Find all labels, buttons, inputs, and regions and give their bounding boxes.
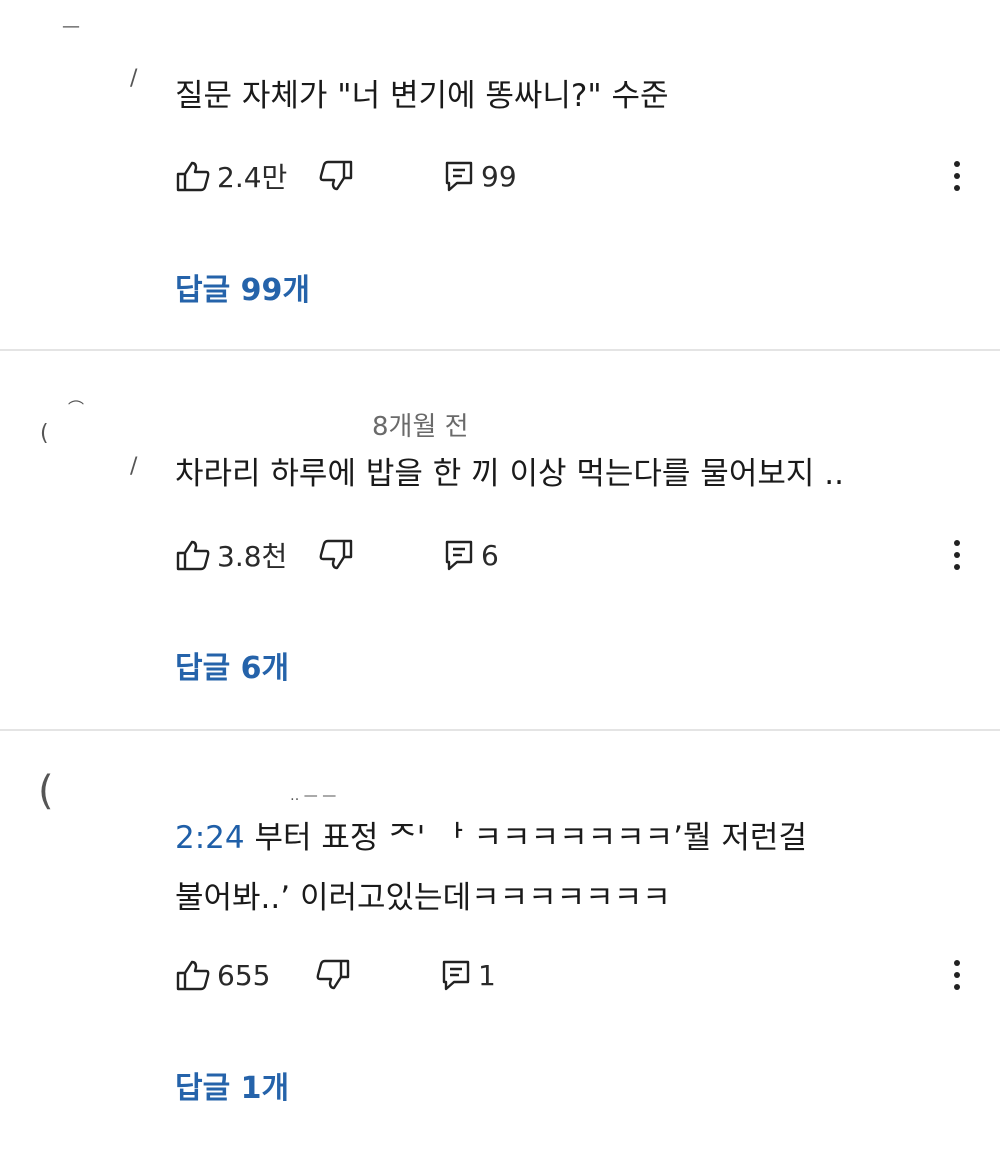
reply-button[interactable]: 6 bbox=[443, 533, 499, 577]
comment-date: 8개월 전 bbox=[372, 412, 469, 442]
comment-icon bbox=[445, 540, 473, 571]
view-replies-link[interactable]: 답글 1개 bbox=[175, 1063, 289, 1107]
reply-count: 1 bbox=[478, 958, 496, 992]
comment-3: ( ‥ — — 2:24 부터 표정 ᄌ' ᅡ ㅋㅋㅋㅋㅋㅋㅋ’뭘 저런걸 불어… bbox=[0, 731, 1000, 1150]
reply-button[interactable]: 1 bbox=[440, 953, 496, 997]
view-replies-link[interactable]: 답글 6개 bbox=[175, 643, 289, 687]
reply-count: 6 bbox=[481, 538, 499, 572]
comment-actions: 3.8천 6 bbox=[175, 533, 975, 577]
reply-count: 99 bbox=[481, 159, 517, 193]
thumbs-up-icon bbox=[176, 960, 210, 991]
comment-text: 질문 자체가 "너 변기에 똥싸니?" 수준 bbox=[175, 78, 669, 114]
comment-text-line: 불어봐..’ 이러고있는데ㅋㅋㅋㅋㅋㅋㅋ bbox=[175, 880, 671, 916]
avatar-fragment: ⌒ bbox=[68, 399, 85, 418]
like-button[interactable]: 2.4만 bbox=[175, 154, 287, 198]
like-button[interactable]: 655 bbox=[175, 953, 270, 997]
avatar-fragment: / bbox=[130, 454, 138, 479]
more-vert-icon[interactable] bbox=[942, 953, 972, 997]
comment-text: 차라리 하루에 밥을 한 끼 이상 먹는다를 물어보지 .. bbox=[175, 456, 844, 492]
comment-icon bbox=[445, 161, 473, 192]
timestamp-link[interactable]: 2:24 bbox=[175, 820, 245, 856]
avatar-fragment: ‥ — — bbox=[290, 788, 337, 804]
thumbs-up-icon bbox=[176, 540, 210, 571]
dislike-button[interactable] bbox=[318, 533, 354, 577]
thumbs-down-icon bbox=[319, 160, 353, 191]
dislike-button[interactable] bbox=[318, 154, 354, 198]
thumbs-up-icon bbox=[176, 161, 210, 192]
like-button[interactable]: 3.8천 bbox=[175, 533, 287, 577]
comment-actions: 2.4만 99 bbox=[175, 154, 975, 198]
thumbs-down-icon bbox=[319, 539, 353, 570]
like-count: 2.4만 bbox=[217, 161, 288, 194]
avatar-fragment: — bbox=[62, 16, 80, 37]
avatar-fragment: / bbox=[130, 66, 138, 91]
more-vert-icon[interactable] bbox=[942, 533, 972, 577]
thumbs-down-icon bbox=[316, 959, 350, 990]
comment-text: 2:24 부터 표정 ᄌ' ᅡ ㅋㅋㅋㅋㅋㅋㅋ’뭘 저런걸 불어봐..’ 이러고… bbox=[175, 808, 807, 928]
comment-actions: 655 1 bbox=[175, 953, 975, 997]
avatar-fragment: ( bbox=[38, 768, 54, 814]
dislike-button[interactable] bbox=[315, 953, 351, 997]
comment-1: — / 질문 자체가 "너 변기에 똥싸니?" 수준 2.4만 99 답글 99… bbox=[0, 0, 1000, 350]
comment-icon bbox=[442, 960, 470, 991]
more-vert-icon[interactable] bbox=[942, 154, 972, 198]
reply-button[interactable]: 99 bbox=[443, 154, 517, 198]
avatar-fragment: ( bbox=[40, 421, 49, 446]
like-count: 655 bbox=[217, 958, 271, 992]
view-replies-link[interactable]: 답글 99개 bbox=[175, 265, 310, 309]
comment-2: ⌒ ( / 8개월 전 차라리 하루에 밥을 한 끼 이상 먹는다를 물어보지 … bbox=[0, 351, 1000, 729]
like-count: 3.8천 bbox=[217, 540, 288, 573]
comment-text-line: 2:24 부터 표정 ᄌ' ᅡ ㅋㅋㅋㅋㅋㅋㅋ’뭘 저런걸 bbox=[175, 820, 807, 856]
